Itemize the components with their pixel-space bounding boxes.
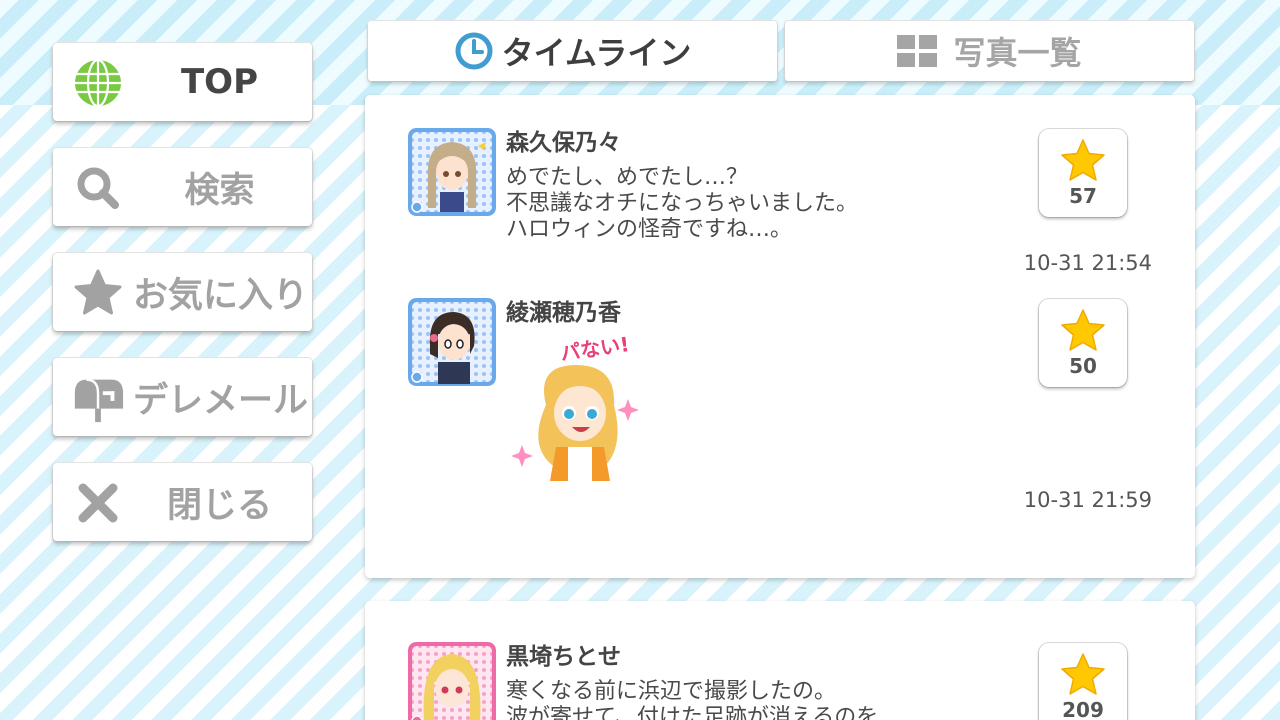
avatar[interactable] [408,128,496,216]
sidebar-search-label: 検索 [184,170,255,211]
post-text-line: 不思議なオチになっちゃいました。 [506,191,859,216]
post-text-line: ハロウィンの怪奇ですね…。 [506,217,793,242]
post-text: 寒くなる前に浜辺で撮影したの。 波が寄せて、付けた足跡が消えるのを [506,679,946,720]
star-icon [1061,653,1105,695]
avatar[interactable] [408,642,496,720]
like-button[interactable]: 209 [1039,643,1127,720]
clock-icon [454,31,494,71]
sidebar-search-button[interactable]: 検索 [53,148,312,226]
sidebar-top-label: TOP [180,62,258,102]
sticker-text: パない! [559,335,631,365]
post-author: 綾瀬穂乃香 [506,300,621,326]
tab-photos[interactable]: 写真一覧 [785,21,1194,81]
post-author: 黒埼ちとせ [506,644,621,670]
like-count: 209 [1062,698,1104,720]
like-count: 50 [1069,354,1097,378]
search-icon [71,161,125,215]
star-icon [1061,139,1105,181]
like-count: 57 [1069,184,1097,208]
timeline-panel: 森久保乃々 めでたし、めでたし…？ 不思議なオチになっちゃいました。 ハロウィン… [365,95,1195,578]
post-author: 森久保乃々 [506,130,621,156]
sidebar-close-button[interactable]: 閉じる [53,463,312,541]
star-icon [71,266,125,320]
star-icon [1061,309,1105,351]
close-icon [71,476,125,530]
sidebar-favorites-button[interactable]: お気に入り [53,253,312,331]
like-button[interactable]: 50 [1039,299,1127,387]
like-button[interactable]: 57 [1039,129,1127,217]
tab-photos-label: 写真一覧 [953,34,1082,72]
post-text: めでたし、めでたし…？ 不思議なオチになっちゃいました。 ハロウィンの怪奇ですね… [506,165,946,243]
avatar[interactable] [408,298,496,386]
tab-timeline-label: タイムライン [501,34,692,72]
sidebar-top-button[interactable]: TOP [53,43,312,121]
sidebar-favorites-label: お気に入り [133,275,309,316]
post-timestamp: 10-31 21:54 [1023,251,1152,275]
sidebar-deremail-label: デレメール [133,380,309,421]
sidebar-deremail-button[interactable]: デレメール [53,358,312,436]
sidebar-close-label: 閉じる [166,485,272,526]
mailbox-icon [71,371,125,425]
post-text-line: めでたし、めでたし…？ [506,165,749,190]
post-text-line: 寒くなる前に浜辺で撮影したの。 [506,679,837,704]
post-timestamp: 10-31 21:59 [1023,488,1152,512]
post-text-line: 波が寄せて、付けた足跡が消えるのを [506,705,879,720]
tab-timeline[interactable]: タイムライン [368,21,777,81]
timeline-panel: 黒埼ちとせ 寒くなる前に浜辺で撮影したの。 波が寄せて、付けた足跡が消えるのを … [365,601,1195,720]
globe-icon [71,56,125,110]
grid-icon [897,31,938,71]
sticker-image: パない! [506,332,656,485]
